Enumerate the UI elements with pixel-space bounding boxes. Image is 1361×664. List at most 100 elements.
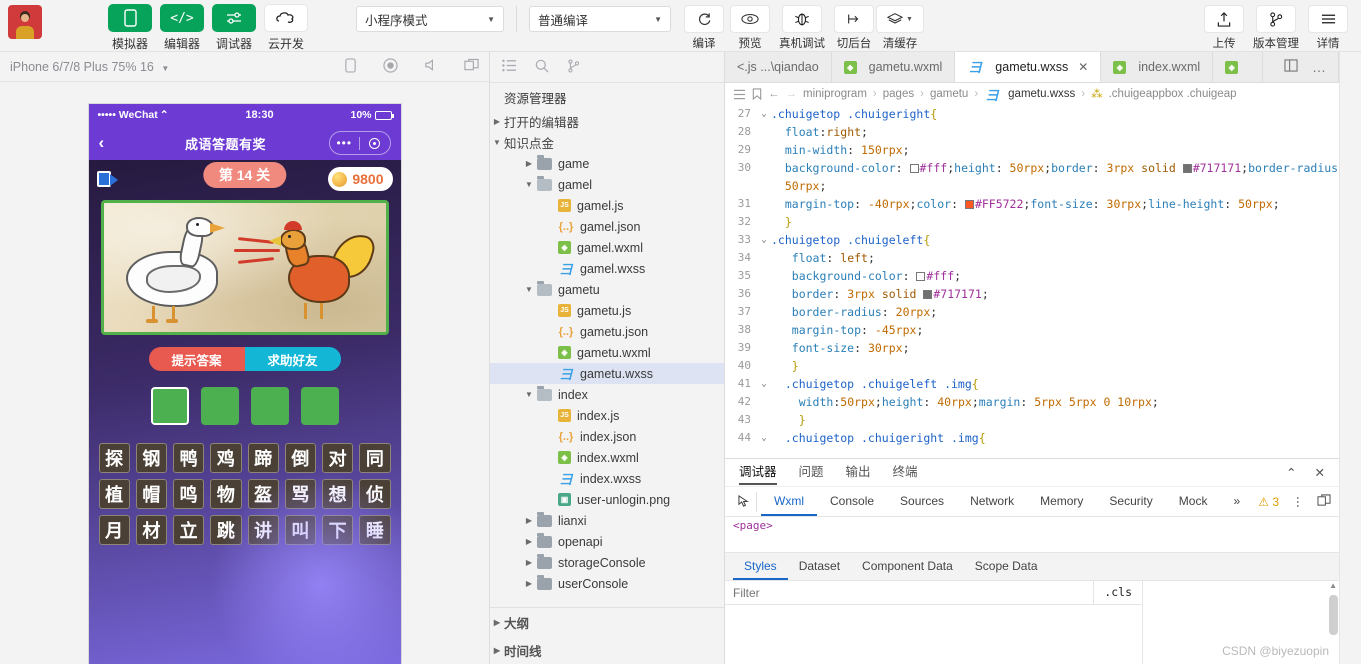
nav-back-icon[interactable]: ←	[768, 88, 780, 100]
debugger-panel-tab[interactable]: 调试器	[739, 461, 777, 485]
editor-tab[interactable]: ◈ index.wxml	[1101, 52, 1214, 82]
hint-button[interactable]: 提示答案	[148, 347, 245, 371]
character-tile[interactable]: 立	[173, 515, 205, 545]
tree-file[interactable]: ▶彐index.wxss	[490, 468, 724, 489]
character-tile[interactable]: 盔	[247, 479, 279, 509]
tree-file[interactable]: ▶JSindex.js	[490, 405, 724, 426]
devtools-tab[interactable]: Wxml	[761, 487, 817, 516]
breadcrumb-item[interactable]: .chuigeappbox .chuigeap	[1109, 88, 1237, 100]
upload-button[interactable]: 上传	[1201, 0, 1247, 51]
character-tile[interactable]: 探	[98, 443, 130, 473]
character-tile[interactable]: 同	[359, 443, 391, 473]
devtools-tab[interactable]: Sources	[887, 487, 957, 516]
record-icon[interactable]	[383, 57, 398, 76]
phone-preview[interactable]: ••••• WeChat ⌃ 18:30 10% ‹ 成语答题有奖 ••• 第 …	[88, 104, 401, 664]
dock-icon[interactable]	[1317, 493, 1331, 510]
debugger-toggle-button[interactable]: 调试器	[210, 0, 258, 52]
character-tile[interactable]: 钢	[135, 443, 167, 473]
cls-button[interactable]: .cls	[1093, 581, 1142, 604]
debugger-panel-tab[interactable]: 终端	[893, 461, 918, 484]
rotate-icon[interactable]	[344, 57, 357, 76]
character-tile[interactable]: 鸡	[210, 443, 242, 473]
tree-folder[interactable]: ▶ storageConsole	[490, 552, 724, 573]
back-icon[interactable]: ‹	[99, 133, 123, 153]
bookmark-icon[interactable]	[752, 88, 762, 100]
character-tile[interactable]: 月	[98, 515, 130, 545]
wxml-tree-view[interactable]: <page>	[725, 517, 1339, 553]
character-tile[interactable]: 植	[98, 479, 130, 509]
editor-tab[interactable]: ◈ gametu.wxml	[832, 52, 956, 82]
tree-folder[interactable]: ▶ game	[490, 153, 724, 174]
ask-friend-button[interactable]: 求助好友	[244, 347, 341, 371]
tree-file[interactable]: ▶JSgametu.js	[490, 300, 724, 321]
kebab-menu-icon[interactable]: ⋯	[1291, 496, 1305, 508]
tree-file[interactable]: ▶{..}gamel.json	[490, 216, 724, 237]
tree-folder[interactable]: ▼ index	[490, 384, 724, 405]
collapse-icon[interactable]: ⌃	[1286, 465, 1296, 480]
compile-select[interactable]: 普通编译 ▼	[529, 6, 671, 32]
tree-file[interactable]: ▶彐gametu.wxss	[490, 363, 724, 384]
styles-tab[interactable]: Component Data	[851, 553, 964, 580]
tree-folder[interactable]: ▼ gametu	[490, 279, 724, 300]
details-button[interactable]: 详情	[1305, 0, 1351, 51]
volume-icon[interactable]	[424, 58, 438, 75]
background-button[interactable]: 切后台	[831, 0, 877, 51]
character-tile[interactable]: 骂	[284, 479, 316, 509]
styles-filter-input[interactable]	[725, 581, 1094, 604]
explorer-bottom-section[interactable]: ▶ 大纲	[490, 608, 724, 636]
fold-toggle-icon[interactable]: ⌄	[757, 429, 771, 447]
editor-tab[interactable]: ◈	[1213, 52, 1264, 82]
tree-folder[interactable]: ▶ openapi	[490, 531, 724, 552]
editor-toggle-button[interactable]: </> 编辑器	[158, 0, 206, 52]
fold-toggle-icon[interactable]: ⌄	[757, 231, 771, 249]
tree-file[interactable]: ▶JSgamel.js	[490, 195, 724, 216]
character-tile[interactable]: 想	[322, 479, 354, 509]
explorer-section-expanded[interactable]: ▼ 知识点金	[490, 132, 724, 153]
explorer-list-icon[interactable]	[502, 59, 517, 75]
tree-file[interactable]: ▶▣user-unlogin.png	[490, 489, 724, 510]
debugger-panel-tab[interactable]: 问题	[799, 461, 824, 484]
user-avatar[interactable]	[8, 5, 42, 39]
character-tile[interactable]: 倒	[284, 443, 316, 473]
window-icon[interactable]	[464, 58, 479, 75]
tree-file[interactable]: ▶彐gamel.wxss	[490, 258, 724, 279]
tree-folder[interactable]: ▼ gamel	[490, 174, 724, 195]
device-selector[interactable]: iPhone 6/7/8 Plus 75% 16 ▼	[10, 60, 169, 74]
editor-tab[interactable]: <.js ...\qiandao	[725, 52, 832, 82]
character-tile[interactable]: 睡	[359, 515, 391, 545]
breadcrumb-item[interactable]: gametu	[930, 88, 968, 100]
version-control-button[interactable]: 版本管理	[1247, 0, 1305, 51]
clear-cache-button[interactable]: ▼ 清缓存	[876, 0, 924, 51]
scroll-up-icon[interactable]: ▲	[1329, 581, 1337, 590]
more-actions-icon[interactable]: …	[1312, 60, 1326, 74]
breadcrumb-item[interactable]: pages	[883, 88, 914, 100]
tree-folder[interactable]: ▶ userConsole	[490, 573, 724, 594]
tree-file[interactable]: ▶◈index.wxml	[490, 447, 724, 468]
character-tile[interactable]: 跳	[210, 515, 242, 545]
warning-badge[interactable]: ⚠ 3	[1258, 495, 1279, 509]
devtools-tab[interactable]: Security	[1096, 487, 1165, 516]
answer-slot[interactable]	[200, 387, 239, 425]
answer-slot[interactable]	[250, 387, 289, 425]
character-tile[interactable]: 物	[210, 479, 242, 509]
character-tile[interactable]: 下	[322, 515, 354, 545]
preview-button[interactable]: 预览	[727, 0, 773, 51]
wechat-capsule[interactable]: •••	[328, 131, 391, 155]
character-tile[interactable]: 蹄	[247, 443, 279, 473]
styles-tab[interactable]: Dataset	[788, 553, 851, 580]
outline-icon[interactable]	[733, 89, 746, 100]
explorer-bottom-section[interactable]: ▶ 时间线	[490, 636, 724, 664]
close-icon[interactable]: ✕	[1315, 465, 1325, 480]
tree-file[interactable]: ▶◈gametu.wxml	[490, 342, 724, 363]
split-editor-icon[interactable]	[1284, 59, 1298, 75]
debugger-panel-tab[interactable]: 输出	[846, 461, 871, 484]
character-tile[interactable]: 对	[322, 443, 354, 473]
close-icon[interactable]: ✕	[1078, 60, 1088, 74]
fold-toggle-icon[interactable]: ⌄	[757, 375, 771, 393]
styles-tab[interactable]: Scope Data	[964, 553, 1049, 580]
search-icon[interactable]	[535, 59, 549, 76]
devtools-tab[interactable]: Memory	[1027, 487, 1096, 516]
character-tile[interactable]: 侦	[359, 479, 391, 509]
character-tile[interactable]: 帽	[135, 479, 167, 509]
sound-icon[interactable]	[96, 168, 125, 190]
